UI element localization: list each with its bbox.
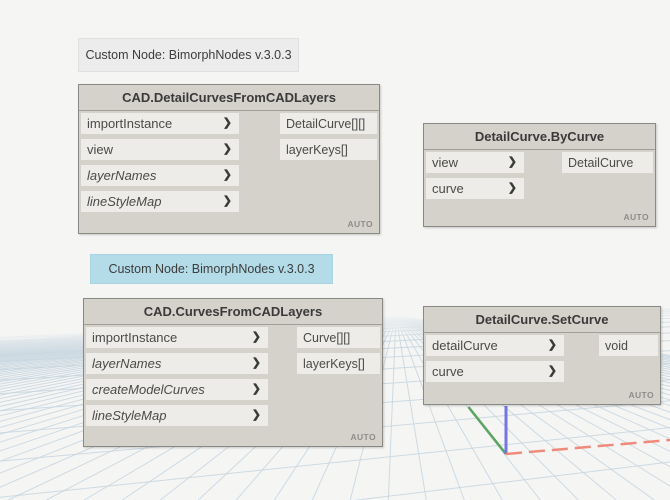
lacing-label[interactable]: AUTO bbox=[628, 390, 654, 400]
input-port-view[interactable]: view ❯ bbox=[81, 139, 239, 160]
port-chevron-icon: ❯ bbox=[222, 143, 232, 155]
port-chevron-icon: ❯ bbox=[547, 365, 557, 377]
port-chevron-icon: ❯ bbox=[251, 383, 261, 395]
input-port-layernames[interactable]: layerNames ❯ bbox=[86, 353, 268, 374]
node-detailcurve-setcurve[interactable]: DetailCurve.SetCurve detailCurve ❯ curve… bbox=[423, 306, 661, 405]
input-port-label: lineStyleMap bbox=[87, 194, 162, 209]
input-port-importinstance[interactable]: importInstance ❯ bbox=[81, 113, 239, 134]
lacing-label[interactable]: AUTO bbox=[347, 219, 373, 229]
node-cad-detailcurvesfromcadlayers[interactable]: CAD.DetailCurvesFromCADLayers importInst… bbox=[78, 84, 380, 234]
input-port-label: curve bbox=[432, 364, 464, 379]
input-port-label: importInstance bbox=[92, 330, 178, 345]
node-title[interactable]: CAD.CurvesFromCADLayers bbox=[84, 299, 382, 325]
lacing-label[interactable]: AUTO bbox=[623, 212, 649, 222]
input-port-label: curve bbox=[432, 181, 464, 196]
output-port-void[interactable]: void bbox=[599, 335, 658, 356]
port-chevron-icon: ❯ bbox=[251, 357, 261, 369]
note-text: Custom Node: BimorphNodes v.3.0.3 bbox=[85, 48, 292, 62]
input-port-createmodelcurves[interactable]: createModelCurves ❯ bbox=[86, 379, 268, 400]
note-custom-node-1[interactable]: Custom Node: BimorphNodes v.3.0.3 bbox=[78, 38, 299, 72]
input-port-label: layerNames bbox=[87, 168, 157, 183]
node-cad-curvesfromcadlayers[interactable]: CAD.CurvesFromCADLayers importInstance ❯… bbox=[83, 298, 383, 447]
node-detailcurve-bycurve[interactable]: DetailCurve.ByCurve view ❯ curve ❯ Detai… bbox=[423, 123, 656, 227]
note-text: Custom Node: BimorphNodes v.3.0.3 bbox=[108, 262, 315, 276]
input-port-curve[interactable]: curve ❯ bbox=[426, 361, 564, 382]
input-port-label: lineStyleMap bbox=[92, 408, 167, 423]
input-port-label: importInstance bbox=[87, 116, 173, 131]
input-port-curve[interactable]: curve ❯ bbox=[426, 178, 524, 199]
port-chevron-icon: ❯ bbox=[507, 182, 517, 194]
port-chevron-icon: ❯ bbox=[222, 195, 232, 207]
input-port-linestylemap[interactable]: lineStyleMap ❯ bbox=[81, 191, 239, 212]
note-custom-node-2[interactable]: Custom Node: BimorphNodes v.3.0.3 bbox=[90, 254, 333, 284]
lacing-label[interactable]: AUTO bbox=[350, 432, 376, 442]
output-port-layerkeys[interactable]: layerKeys[] bbox=[297, 353, 380, 374]
port-chevron-icon: ❯ bbox=[507, 156, 517, 168]
port-chevron-icon: ❯ bbox=[547, 339, 557, 351]
output-port-layerkeys[interactable]: layerKeys[] bbox=[280, 139, 377, 160]
port-chevron-icon: ❯ bbox=[251, 331, 261, 343]
input-port-label: view bbox=[432, 155, 459, 170]
input-port-label: detailCurve bbox=[432, 338, 498, 353]
output-port-detailcurve[interactable]: DetailCurve[][] bbox=[280, 113, 377, 134]
node-title[interactable]: CAD.DetailCurvesFromCADLayers bbox=[79, 85, 379, 111]
input-port-label: view bbox=[87, 142, 114, 157]
input-port-linestylemap[interactable]: lineStyleMap ❯ bbox=[86, 405, 268, 426]
output-port-curve[interactable]: Curve[][] bbox=[297, 327, 380, 348]
output-port-detailcurve[interactable]: DetailCurve bbox=[562, 152, 653, 173]
input-port-layernames[interactable]: layerNames ❯ bbox=[81, 165, 239, 186]
input-port-view[interactable]: view ❯ bbox=[426, 152, 524, 173]
input-port-label: createModelCurves bbox=[92, 382, 205, 397]
dynamo-canvas[interactable]: Custom Node: BimorphNodes v.3.0.3 CAD.De… bbox=[0, 0, 670, 500]
input-port-detailcurve[interactable]: detailCurve ❯ bbox=[426, 335, 564, 356]
port-chevron-icon: ❯ bbox=[251, 409, 261, 421]
node-title[interactable]: DetailCurve.SetCurve bbox=[424, 307, 660, 333]
port-chevron-icon: ❯ bbox=[222, 117, 232, 129]
node-title[interactable]: DetailCurve.ByCurve bbox=[424, 124, 655, 150]
port-chevron-icon: ❯ bbox=[222, 169, 232, 181]
input-port-importinstance[interactable]: importInstance ❯ bbox=[86, 327, 268, 348]
input-port-label: layerNames bbox=[92, 356, 162, 371]
